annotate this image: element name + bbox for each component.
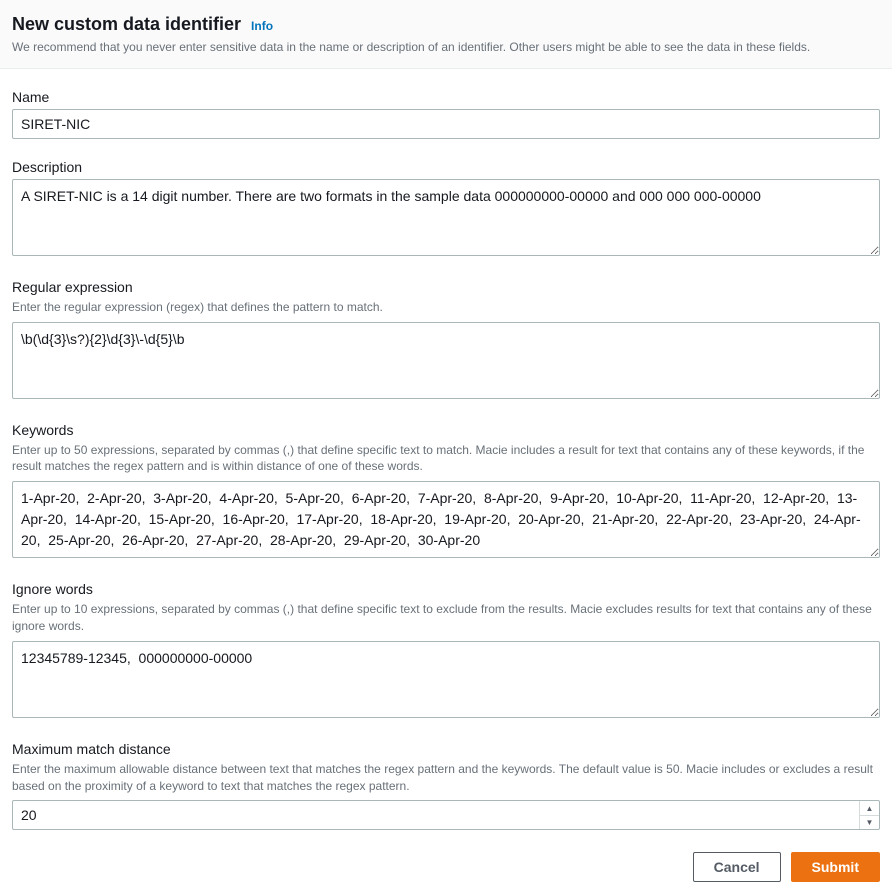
max-match-distance-input[interactable]	[12, 800, 880, 830]
ignore-words-label: Ignore words	[12, 581, 880, 597]
description-field-group: Description A SIRET-NIC is a 14 digit nu…	[12, 159, 880, 259]
stepper-buttons: ▲ ▼	[859, 801, 879, 829]
regex-label: Regular expression	[12, 279, 880, 295]
max-match-distance-field-group: Maximum match distance Enter the maximum…	[12, 741, 880, 831]
ignore-words-hint: Enter up to 10 expressions, separated by…	[12, 601, 880, 635]
name-field-group: Name	[12, 89, 880, 139]
name-input[interactable]	[12, 109, 880, 139]
ignore-words-field-group: Ignore words Enter up to 10 expressions,…	[12, 581, 880, 721]
keywords-label: Keywords	[12, 422, 880, 438]
keywords-textarea[interactable]: 1-Apr-20, 2-Apr-20, 3-Apr-20, 4-Apr-20, …	[12, 481, 880, 558]
stepper-down-icon[interactable]: ▼	[860, 816, 879, 830]
cancel-button[interactable]: Cancel	[693, 852, 781, 882]
regex-field-group: Regular expression Enter the regular exp…	[12, 279, 880, 402]
name-label: Name	[12, 89, 880, 105]
footer-actions: Cancel Submit	[0, 852, 892, 896]
page-title: New custom data identifier	[12, 14, 241, 35]
submit-button[interactable]: Submit	[791, 852, 880, 882]
description-textarea[interactable]: A SIRET-NIC is a 14 digit number. There …	[12, 179, 880, 256]
form-body: Name Description A SIRET-NIC is a 14 dig…	[0, 69, 892, 853]
stepper-up-icon[interactable]: ▲	[860, 801, 879, 816]
form-header: New custom data identifier Info We recom…	[0, 0, 892, 69]
max-match-distance-label: Maximum match distance	[12, 741, 880, 757]
page-subtitle: We recommend that you never enter sensit…	[12, 39, 872, 56]
keywords-hint: Enter up to 50 expressions, separated by…	[12, 442, 880, 476]
info-link[interactable]: Info	[251, 19, 273, 33]
regex-textarea[interactable]: \b(\d{3}\s?){2}\d{3}\-\d{5}\b	[12, 322, 880, 399]
ignore-words-textarea[interactable]: 12345789-12345, 000000000-00000	[12, 641, 880, 718]
max-match-distance-hint: Enter the maximum allowable distance bet…	[12, 761, 880, 795]
keywords-field-group: Keywords Enter up to 50 expressions, sep…	[12, 422, 880, 562]
regex-hint: Enter the regular expression (regex) tha…	[12, 299, 880, 316]
description-label: Description	[12, 159, 880, 175]
